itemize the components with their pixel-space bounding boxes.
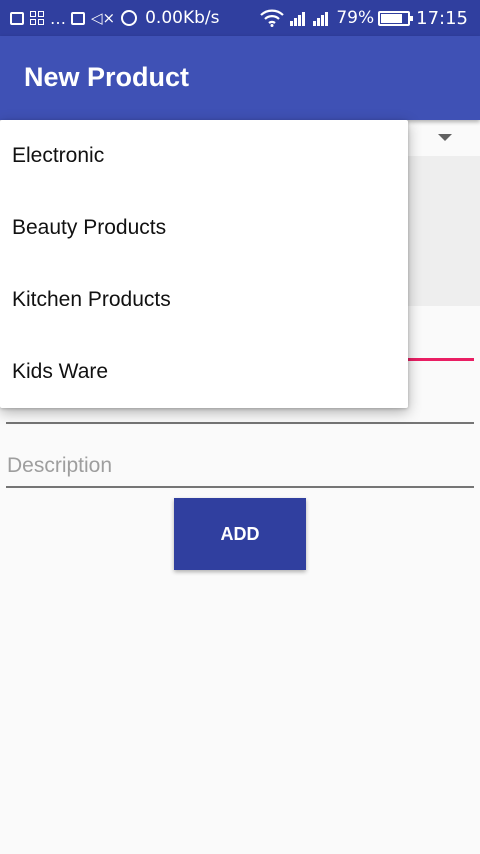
- dropdown-item-kids-ware[interactable]: Kids Ware: [0, 336, 408, 408]
- network-speed: 0.00Kb/s: [145, 8, 220, 28]
- battery-icon: [378, 10, 414, 26]
- signal-1-icon: [290, 10, 306, 26]
- battery-fill: [381, 13, 402, 23]
- battery-percent: 79%: [336, 8, 375, 28]
- category-dropdown-menu: Electronic Beauty Products Kitchen Produ…: [0, 120, 408, 408]
- dropdown-arrow-icon[interactable]: [438, 134, 452, 141]
- dropdown-item-beauty-products[interactable]: Beauty Products: [0, 192, 408, 264]
- grid-app-icon: [30, 11, 44, 25]
- status-bar-right: 79% 17:15: [260, 8, 468, 29]
- price-underline: [6, 422, 474, 424]
- wifi-icon: [260, 9, 285, 27]
- page-title: New Product: [24, 62, 190, 92]
- alarm-icon: [121, 10, 138, 26]
- location-icon: [71, 11, 85, 25]
- description-field: [6, 446, 474, 488]
- signal-2-icon: [313, 10, 329, 26]
- dropdown-item-kitchen-products[interactable]: Kitchen Products: [0, 264, 408, 336]
- add-button[interactable]: ADD: [174, 498, 306, 570]
- clock-time: 17:15: [416, 7, 468, 29]
- mute-icon: ◁×: [91, 9, 116, 27]
- more-dots-icon: …: [50, 8, 67, 28]
- app-bar: New Product: [0, 36, 480, 120]
- status-bar-left: … ◁× 0.00Kb/s: [10, 8, 219, 28]
- message-icon: [10, 11, 24, 25]
- description-input[interactable]: [6, 446, 474, 486]
- description-underline: [6, 486, 474, 488]
- status-bar: … ◁× 0.00Kb/s 79% 17:15: [0, 0, 480, 36]
- dropdown-item-electronic[interactable]: Electronic: [0, 120, 408, 192]
